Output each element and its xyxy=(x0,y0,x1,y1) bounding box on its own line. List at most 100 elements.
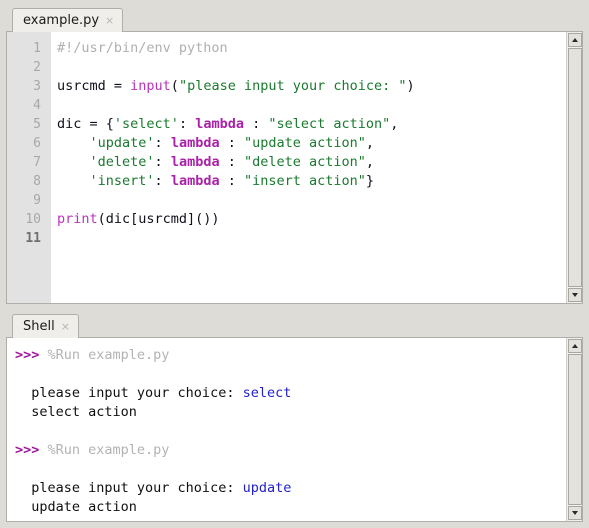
code-line: 'delete': lambda : "delete action", xyxy=(57,153,566,172)
token-out: please input your choice: xyxy=(15,480,243,496)
line-number: 2 xyxy=(33,60,41,75)
shell-line: select action xyxy=(15,403,566,422)
token-prompt: >>> xyxy=(15,347,40,363)
scroll-up-arrow-icon[interactable] xyxy=(568,33,582,47)
tab-shell[interactable]: Shell × xyxy=(12,314,79,338)
token-out: select action xyxy=(15,404,137,420)
token-plain: , xyxy=(365,154,375,170)
token-plain: : xyxy=(154,154,171,170)
token-kw: lambda xyxy=(195,116,244,132)
token-plain: : xyxy=(219,135,244,151)
token-plain: ) xyxy=(406,78,415,94)
code-line: #!/usr/bin/env python xyxy=(57,39,566,58)
editor-frame: 1 2 3 4 5 6 7 8 9 10 11 #!/usr/bin/env python usrc… xyxy=(6,31,583,304)
line-number: 4 xyxy=(33,98,41,113)
shell-line: please input your choice: update xyxy=(15,479,566,498)
line-number: 10 xyxy=(25,212,41,227)
token-plain: usrcmd = xyxy=(57,78,131,94)
editor-vertical-scrollbar[interactable] xyxy=(566,32,582,303)
tab-example-py[interactable]: example.py × xyxy=(12,8,124,32)
token-str: 'select' xyxy=(113,116,179,132)
close-icon[interactable]: × xyxy=(105,15,114,27)
line-number: 11 xyxy=(25,231,41,246)
token-plain: : xyxy=(219,154,244,170)
token-str: "update action" xyxy=(243,135,366,151)
shell-line: please input your choice: select xyxy=(15,384,566,403)
code-line: usrcmd = input("please input your choice… xyxy=(57,77,566,96)
editor-scrollbar-thumb[interactable] xyxy=(568,48,582,287)
scroll-down-arrow-icon[interactable] xyxy=(568,288,582,302)
shell-line: >>> %Run example.py xyxy=(15,346,566,365)
shell-frame: >>> %Run example.py please input your ch… xyxy=(6,337,583,522)
token-plain: : xyxy=(154,135,171,151)
token-kw: lambda xyxy=(170,173,220,189)
token-plain: , xyxy=(390,116,399,132)
token-str: 'insert' xyxy=(89,173,155,189)
shell-vertical-scrollbar[interactable] xyxy=(566,338,582,521)
editor-panel: example.py × 1 2 3 4 5 6 7 8 9 10 11 #!/usr/bin/en… xyxy=(6,6,583,304)
token-magic: %Run example.py xyxy=(39,442,170,458)
code-line: 'insert': lambda : "insert action"} xyxy=(57,172,566,191)
code-line: print(dic[usrcmd]()) xyxy=(57,210,566,229)
token-plain: : xyxy=(178,116,196,132)
token-plain: } xyxy=(365,173,375,189)
token-out: update action xyxy=(15,499,137,515)
token-kw: lambda xyxy=(170,135,220,151)
code-content[interactable]: #!/usr/bin/env python usrcmd = input("pl… xyxy=(51,32,566,303)
token-str: "delete action" xyxy=(243,154,366,170)
line-number: 8 xyxy=(33,174,41,189)
token-plain: ( xyxy=(170,78,179,94)
scroll-up-arrow-icon[interactable] xyxy=(568,339,582,353)
line-number: 6 xyxy=(33,136,41,151)
token-plain: , xyxy=(365,135,375,151)
shell-output-area[interactable]: >>> %Run example.py please input your ch… xyxy=(7,338,566,521)
token-in: update xyxy=(242,480,292,496)
token-fn: print xyxy=(57,211,98,227)
line-number: 3 xyxy=(33,79,41,94)
tab-label: Shell xyxy=(23,319,55,334)
token-prompt: >>> xyxy=(15,442,40,458)
token-magic: %Run example.py xyxy=(39,347,170,363)
token-fn: input xyxy=(130,78,171,94)
scroll-down-arrow-icon[interactable] xyxy=(568,506,582,520)
line-number-gutter: 1 2 3 4 5 6 7 8 9 10 11 xyxy=(7,32,51,303)
token-out: please input your choice: xyxy=(15,385,243,401)
shell-scrollbar-thumb[interactable] xyxy=(568,354,582,505)
token-str: 'delete' xyxy=(89,154,155,170)
editor-tabstrip: example.py × xyxy=(6,6,583,32)
token-plain: : xyxy=(243,116,269,132)
line-number: 7 xyxy=(33,155,41,170)
token-kw: lambda xyxy=(170,154,220,170)
line-number: 1 xyxy=(33,41,41,56)
token-str: "please input your choice: " xyxy=(178,78,407,94)
token-plain: : xyxy=(154,173,171,189)
line-number: 5 xyxy=(33,117,41,132)
token-str: "select action" xyxy=(268,116,391,132)
token-plain: (dic[usrcmd]()) xyxy=(97,211,220,227)
token-in: select xyxy=(242,385,292,401)
token-str: 'update' xyxy=(89,135,155,151)
token-str: "insert action" xyxy=(243,173,366,189)
shell-panel: Shell × >>> %Run example.py please input… xyxy=(6,312,583,522)
close-icon[interactable]: × xyxy=(61,321,70,333)
token-comment: #!/usr/bin/env python xyxy=(57,40,228,56)
shell-line: >>> %Run example.py xyxy=(15,441,566,460)
code-line: dic = {'select': lambda : "select action… xyxy=(57,115,566,134)
tab-label: example.py xyxy=(23,13,100,28)
shell-tabstrip: Shell × xyxy=(6,312,583,338)
editor-text-area[interactable]: 1 2 3 4 5 6 7 8 9 10 11 #!/usr/bin/env python usrc… xyxy=(7,32,566,303)
shell-line: update action xyxy=(15,498,566,517)
code-line: 'update': lambda : "update action", xyxy=(57,134,566,153)
token-plain: dic = { xyxy=(57,116,114,132)
